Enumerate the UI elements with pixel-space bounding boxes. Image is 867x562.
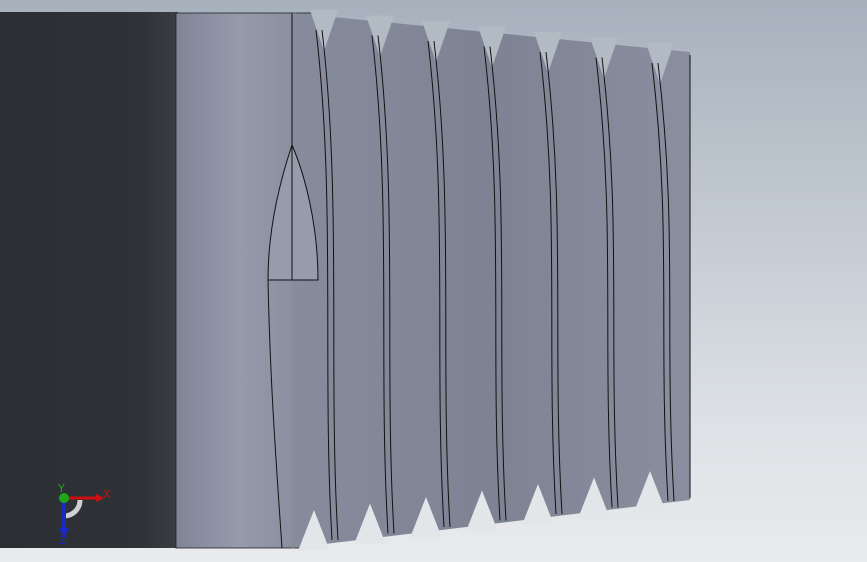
triad-arc (63, 499, 83, 519)
model-view[interactable] (0, 0, 867, 562)
graphics-viewport[interactable]: X Y Z (0, 0, 867, 562)
x-axis-label: X (103, 488, 111, 501)
z-axis-label: Z (59, 534, 67, 546)
shadow-region (0, 12, 178, 548)
coordinate-triad: X Y Z (57, 484, 111, 546)
y-axis-label: Y (57, 484, 65, 495)
threaded-section[interactable] (292, 13, 690, 548)
